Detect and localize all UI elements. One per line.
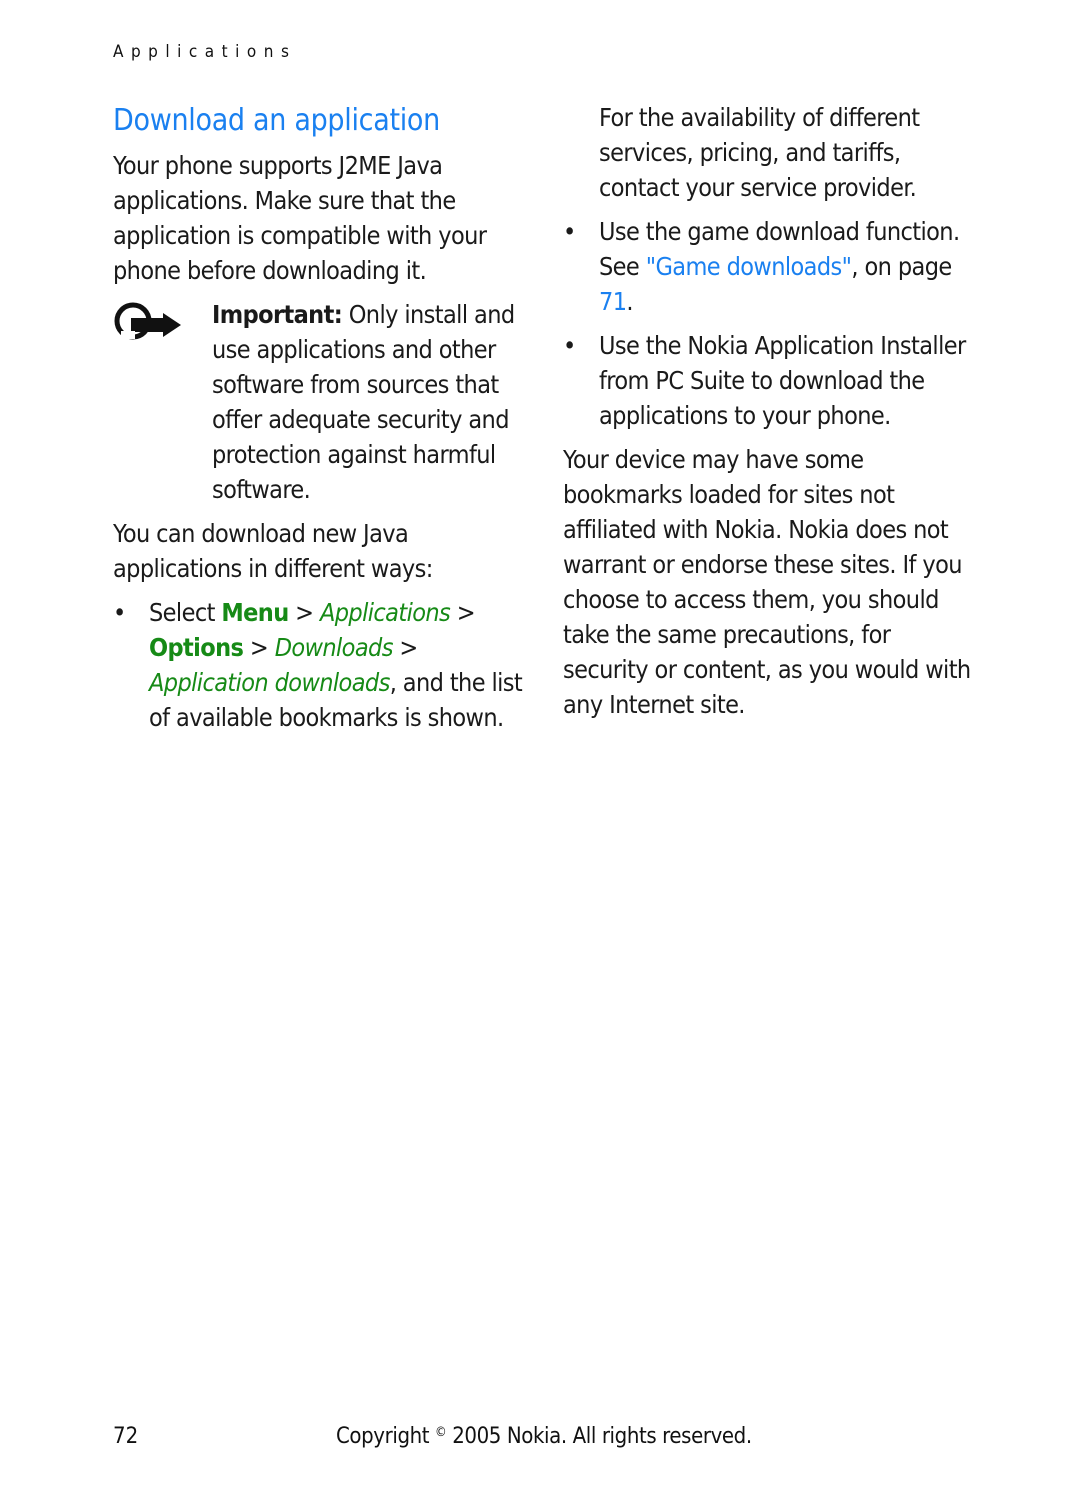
menu-path-application-downloads: Application downloads [149,668,390,697]
bullet-dot: • [563,217,576,246]
menu-path-options: Options [149,633,244,662]
menu-path-downloads: Downloads [274,633,394,662]
running-head: Applications [113,42,297,62]
important-text: Only install and use applications and ot… [212,300,515,504]
bullet-select-menu: • Select Menu > Applications > Options >… [113,595,523,735]
important-note-icon [114,302,181,340]
bullet-continuation: For the availability of different servic… [599,103,920,202]
page-71-link[interactable]: 71 [599,287,627,316]
path-separator: > [392,633,418,662]
copyright-symbol: © [435,1425,447,1440]
bullet-text: . [626,287,633,316]
copyright-notice: Copyright © 2005 Nokia. All rights reser… [336,1424,752,1449]
important-note: Important: Only install and use applicat… [113,297,523,507]
bullet-text: Use the Nokia Application Installer from… [599,331,966,430]
menu-path-applications: Applications [319,598,451,627]
bullet-dot: • [113,598,126,627]
bullet-game-download: • Use the game download function. See "G… [563,214,973,319]
intro-paragraph: Your phone supports J2ME Java applicatio… [113,151,487,285]
path-separator: > [288,598,320,627]
left-column: Download an application Your phone suppo… [113,100,523,735]
page-number: 72 [113,1424,139,1449]
copyright-text: Copyright [336,1424,435,1449]
bullet-text: Select [149,598,222,627]
section-title: Download an application [113,103,440,138]
path-separator: > [450,598,476,627]
ways-intro: You can download new Java applications i… [113,519,433,583]
bullet-pc-suite: • Use the Nokia Application Installer fr… [563,328,973,433]
disclaimer-paragraph: Your device may have some bookmarks load… [563,445,971,719]
game-downloads-link[interactable]: "Game downloads" [646,252,852,281]
bullet-dot: • [563,331,576,360]
menu-path-menu: Menu [221,598,289,627]
right-column: For the availability of different servic… [563,100,973,722]
bullet-text: , on page [851,252,952,281]
important-label: Important: [212,300,343,329]
copyright-text: 2005 Nokia. All rights reserved. [446,1424,752,1449]
path-separator: > [243,633,275,662]
